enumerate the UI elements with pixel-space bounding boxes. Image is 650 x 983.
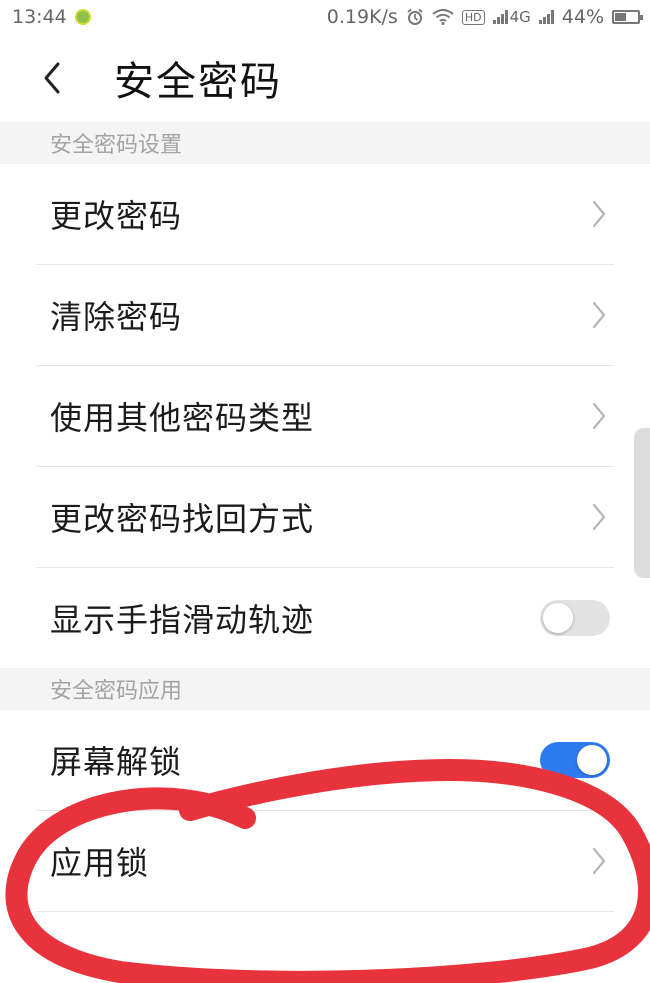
scrollbar-thumb[interactable]	[634, 428, 650, 578]
screen-unlock-toggle[interactable]	[540, 742, 610, 778]
divider	[36, 911, 614, 912]
list-item-change-password[interactable]: 更改密码	[0, 164, 650, 264]
list-item-label: 更改密码	[50, 197, 183, 235]
list-item-label: 使用其他密码类型	[50, 399, 315, 437]
wifi-icon	[432, 9, 454, 25]
list-item-label: 更改密码找回方式	[50, 500, 315, 538]
list-item-label: 清除密码	[50, 298, 183, 336]
chevron-right-icon	[592, 301, 606, 329]
chevron-right-icon	[592, 200, 606, 228]
section-header-settings: 安全密码设置	[0, 122, 650, 164]
list-item-label: 屏幕解锁	[50, 743, 183, 781]
alarm-icon	[407, 8, 423, 25]
list-item-show-swipe-trail: 显示手指滑动轨迹	[0, 568, 650, 668]
toggle-knob	[577, 745, 607, 775]
page-title: 安全密码	[114, 59, 282, 105]
list-item-app-lock[interactable]: 应用锁	[0, 811, 650, 911]
chevron-right-icon	[592, 402, 606, 430]
signal-icon-2	[538, 10, 554, 24]
list-item-recovery-method[interactable]: 更改密码找回方式	[0, 467, 650, 567]
section-header-apps: 安全密码应用	[0, 668, 650, 710]
chevron-right-icon	[592, 503, 606, 531]
toggle-knob	[543, 603, 573, 633]
status-right: 0.19K/s HD 4G 44%	[326, 6, 643, 28]
list-item-label: 应用锁	[50, 844, 150, 882]
network-type: 4G	[509, 8, 531, 26]
app-header: 安全密码	[0, 34, 650, 122]
list-item-label: 显示手指滑动轨迹	[50, 601, 315, 639]
status-left: 13:44	[12, 6, 91, 28]
back-button[interactable]	[22, 48, 82, 108]
network-speed: 0.19K/s	[326, 6, 398, 28]
app-notification-icon	[74, 9, 91, 25]
list-item-screen-unlock: 屏幕解锁	[0, 710, 650, 810]
status-time: 13:44	[12, 6, 67, 28]
swipe-trail-toggle[interactable]	[540, 600, 610, 636]
hd-icon: HD	[461, 9, 485, 25]
list-item-clear-password[interactable]: 清除密码	[0, 265, 650, 365]
battery-percent: 44%	[561, 6, 604, 28]
status-bar: 13:44 0.19K/s HD 4G 44%	[0, 0, 650, 34]
battery-icon	[612, 10, 643, 24]
list-item-other-password-type[interactable]: 使用其他密码类型	[0, 366, 650, 466]
chevron-right-icon	[592, 847, 606, 875]
signal-icon	[492, 10, 508, 24]
chevron-left-icon	[44, 62, 60, 94]
